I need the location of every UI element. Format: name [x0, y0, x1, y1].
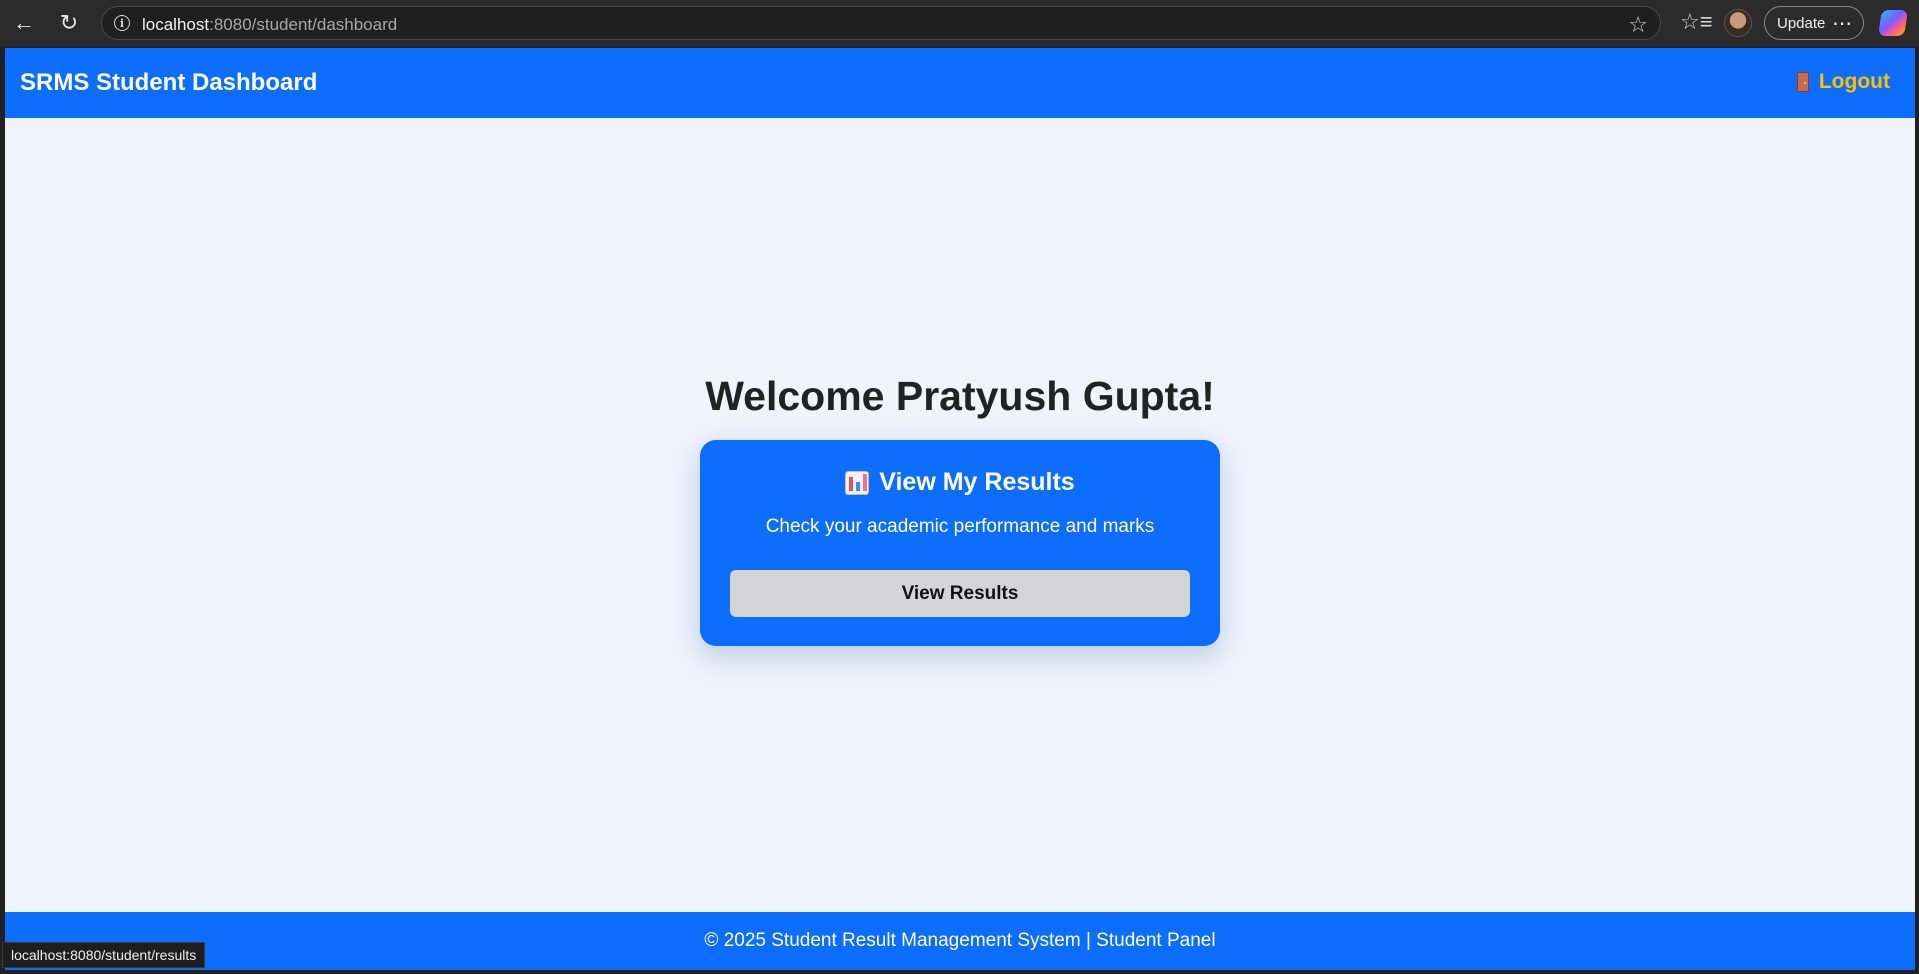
logout-label: Logout: [1818, 70, 1890, 93]
app-header: SRMS Student Dashboard Logout: [5, 48, 1915, 118]
favorites-icon[interactable]: ☆≡: [1680, 9, 1713, 35]
url-path: :8080/student/dashboard: [209, 15, 398, 34]
browser-toolbar: ← ↻ i localhost:8080/student/dashboard ☆…: [0, 0, 1919, 46]
welcome-heading: Welcome Pratyush Gupta!: [705, 373, 1215, 419]
bar-chart-icon: [845, 470, 870, 495]
back-arrow-icon[interactable]: ←: [11, 10, 37, 36]
page-footer: © 2025 Student Result Management System …: [5, 912, 1915, 970]
site-info-icon[interactable]: i: [114, 15, 130, 31]
brand-title: SRMS Student Dashboard: [20, 69, 318, 96]
logout-link[interactable]: Logout: [1796, 70, 1890, 94]
card-title-text: View My Results: [879, 468, 1075, 496]
link-status-tooltip: localhost:8080/student/results: [2, 942, 206, 968]
results-card: View My Results Check your academic perf…: [700, 440, 1220, 646]
address-bar[interactable]: i localhost:8080/student/dashboard ☆: [101, 6, 1661, 40]
card-title: View My Results: [700, 468, 1220, 497]
page-viewport: SRMS Student Dashboard Logout Welcome Pr…: [5, 48, 1915, 970]
bookmark-star-icon[interactable]: ☆: [1628, 12, 1648, 38]
view-results-button[interactable]: View Results: [730, 570, 1190, 617]
url-host: localhost: [142, 15, 210, 34]
reload-icon[interactable]: ↻: [56, 10, 82, 36]
profile-avatar[interactable]: [1724, 9, 1752, 37]
update-button[interactable]: Update ⋯: [1764, 6, 1864, 40]
more-options-icon[interactable]: ⋯: [1832, 11, 1853, 36]
card-subtitle: Check your academic performance and mark…: [765, 516, 1155, 537]
door-icon: [1796, 72, 1809, 92]
update-label: Update: [1777, 14, 1826, 32]
url-text[interactable]: localhost:8080/student/dashboard: [142, 15, 397, 35]
copilot-icon[interactable]: [1878, 10, 1908, 36]
